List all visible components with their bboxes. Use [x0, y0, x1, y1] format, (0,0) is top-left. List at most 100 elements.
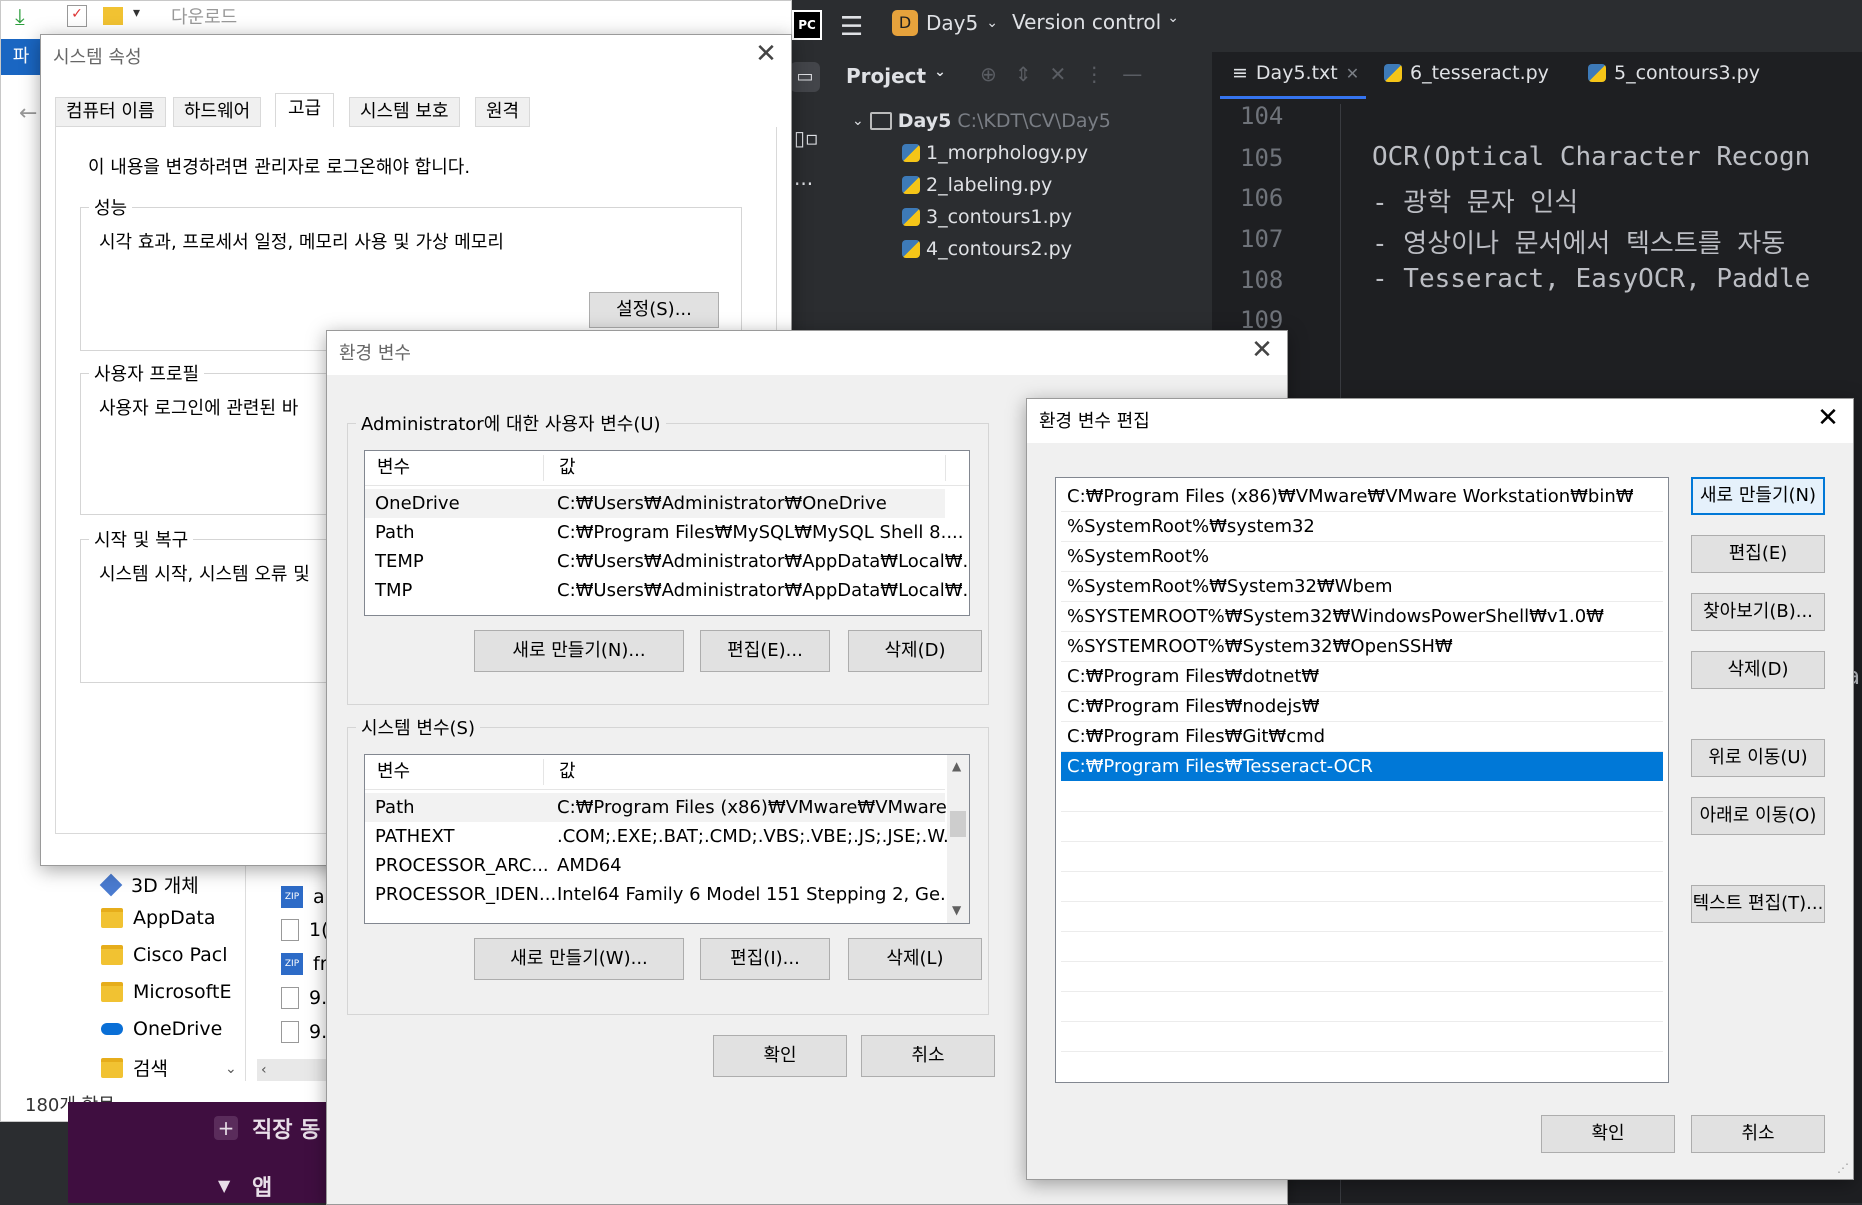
system-new-button[interactable]: 새로 만들기(W)... [474, 938, 684, 980]
download-icon[interactable]: ⤓ [15, 5, 25, 30]
back-arrow-icon[interactable]: ← [19, 101, 37, 126]
nav-scroll-down-icon[interactable]: ⌄ [225, 1061, 237, 1077]
table-row[interactable]: PROCESSOR_ARC... AMD64 [365, 851, 945, 880]
path-entry[interactable]: %SYSTEMROOT%₩System32₩WindowsPowerShell₩… [1061, 602, 1663, 632]
table-row[interactable]: TMP C:₩Users₩Administrator₩AppData₩Local₩… [365, 576, 969, 605]
tree-file[interactable]: 2_labeling.py [902, 174, 1052, 196]
nav-item[interactable]: 3D 개체 [99, 871, 199, 898]
tab-hardware[interactable]: 하드웨어 [173, 97, 262, 127]
user-new-button[interactable]: 새로 만들기(N)... [474, 630, 684, 672]
col-val-header[interactable]: 값 [559, 755, 576, 789]
nav-item[interactable]: 검색 [101, 1054, 168, 1081]
ide-toolbar: PC ☰ D Day5 ⌄ Version control ⌄ [780, 0, 1862, 52]
tree-file[interactable]: 4_contours2.py [902, 238, 1072, 260]
properties-icon[interactable]: ✓ [67, 5, 87, 27]
project-panel-header[interactable]: Project ⌄ [846, 64, 946, 88]
folder-icon[interactable]: ▭ [790, 62, 820, 92]
user-delete-button[interactable]: 삭제(D) [848, 630, 982, 672]
close-icon[interactable]: ✕ [1247, 335, 1277, 365]
delete-button[interactable]: 삭제(D) [1691, 651, 1825, 689]
tree-file[interactable]: 3_contours1.py [902, 206, 1072, 228]
path-entry[interactable]: C:₩Program Files (x86)₩VMware₩VMware Wor… [1061, 482, 1663, 512]
root-folder-name: Day5 [897, 110, 952, 132]
close-icon[interactable]: ✕ [1813, 403, 1843, 433]
tree-root[interactable]: ⌄ Day5 C:\KDT\CV\Day5 [852, 110, 1111, 132]
user-variables-list[interactable]: 변수 값 OneDrive C:₩Users₩Administrator₩OneD… [364, 450, 970, 616]
table-row[interactable]: OneDrive C:₩Users₩Administrator₩OneDrive [365, 489, 945, 518]
tree-file[interactable]: 1_morphology.py [902, 142, 1088, 164]
table-row[interactable]: PATHEXT .COM;.EXE;.BAT;.CMD;.VBS;.VBE;.JS… [365, 822, 960, 851]
tab-computer-name[interactable]: 컴퓨터 이름 [55, 97, 166, 127]
system-delete-button[interactable]: 삭제(L) [848, 938, 982, 980]
path-entry[interactable]: C:₩Program Files₩nodejs₩ [1061, 692, 1663, 722]
table-row[interactable]: Path C:₩Program Files₩MySQL₩MySQL Shell 8… [365, 518, 964, 547]
nav-label: Cisco Pacl [133, 944, 228, 966]
nav-item[interactable]: Cisco Pacl [101, 944, 228, 966]
project-selector[interactable]: D Day5 ⌄ [892, 10, 998, 36]
more-icon[interactable]: ··· [794, 172, 813, 196]
new-button[interactable]: 새로 만들기(N) [1691, 477, 1825, 515]
dropdown-icon[interactable]: ▾ [133, 5, 140, 21]
nav-item[interactable]: MicrosoftE [101, 981, 231, 1003]
editor-tab-active[interactable]: ≡ Day5.txt ✕ [1232, 62, 1359, 84]
system-edit-button[interactable]: 편집(I)... [700, 938, 830, 980]
col-val-header[interactable]: 값 [559, 451, 576, 485]
path-entries-list[interactable]: C:₩Program Files (x86)₩VMware₩VMware Wor… [1055, 477, 1669, 1083]
file-item[interactable]: 9. [281, 987, 327, 1009]
path-entry[interactable]: C:₩Program Files₩Git₩cmd [1061, 722, 1663, 752]
slack-item[interactable]: 앱 [252, 1170, 272, 1202]
var-name: PATHEXT [375, 826, 455, 847]
path-entry[interactable]: %SYSTEMROOT%₩System32₩OpenSSH₩ [1061, 632, 1663, 662]
nav-item[interactable]: AppData [101, 907, 216, 929]
edit-text-button[interactable]: 텍스트 편집(T)... [1691, 885, 1825, 923]
add-icon[interactable]: + [214, 1116, 238, 1140]
editor-tab[interactable]: 5_contours3.py [1588, 62, 1760, 84]
settings-button[interactable]: 설정(S)... [589, 292, 719, 328]
system-variables-list[interactable]: 변수 값 Path C:₩Program Files (x86)₩VMware₩V… [364, 754, 970, 924]
scroll-thumb[interactable] [950, 811, 966, 837]
horizontal-scrollbar[interactable]: ‹ [257, 1059, 331, 1081]
close-tab-icon[interactable]: ✕ [1346, 64, 1359, 83]
folder-icon[interactable] [103, 7, 123, 25]
ok-button[interactable]: 확인 [1541, 1115, 1675, 1153]
path-entry[interactable]: %SystemRoot%₩System32₩Wbem [1061, 572, 1663, 602]
col-var-header[interactable]: 변수 [377, 451, 410, 485]
move-down-button[interactable]: 아래로 이동(O) [1691, 797, 1825, 835]
path-entry[interactable]: %SystemRoot%₩system32 [1061, 512, 1663, 542]
user-edit-button[interactable]: 편집(E)... [700, 630, 830, 672]
ok-button[interactable]: 확인 [713, 1035, 847, 1077]
slack-item[interactable]: 직장 동 [252, 1112, 320, 1144]
path-entry[interactable]: %SystemRoot% [1061, 542, 1663, 572]
var-value: C:₩Users₩Administrator₩OneDrive [557, 493, 887, 514]
table-row[interactable]: TEMP C:₩Users₩Administrator₩AppData₩Local… [365, 547, 969, 576]
resize-grip-icon[interactable]: ⋰ [1837, 1161, 1849, 1175]
file-item[interactable]: 1( [281, 919, 329, 941]
vertical-scrollbar[interactable]: ▲ ▼ [947, 755, 969, 923]
caret-down-icon[interactable]: ▼ [218, 1176, 230, 1195]
ribbon-file-tab[interactable]: 파 [1, 39, 41, 75]
move-up-button[interactable]: 위로 이동(U) [1691, 739, 1825, 777]
scroll-up-icon[interactable]: ▲ [952, 759, 961, 773]
close-icon[interactable]: ✕ [751, 39, 781, 69]
table-row[interactable]: Path C:₩Program Files (x86)₩VMware₩VMware… [365, 793, 964, 822]
edit-button[interactable]: 편집(E) [1691, 535, 1825, 573]
file-item[interactable]: ZIP ar [281, 886, 332, 908]
scroll-down-icon[interactable]: ▼ [952, 903, 961, 917]
nav-item[interactable]: OneDrive [101, 1018, 222, 1040]
tab-advanced[interactable]: 고급 [275, 93, 335, 128]
version-control-menu[interactable]: Version control ⌄ [1012, 10, 1179, 34]
path-entry[interactable]: C:₩Program Files₩dotnet₩ [1061, 662, 1663, 692]
hamburger-menu-icon[interactable]: ☰ [840, 12, 863, 42]
cancel-button[interactable]: 취소 [1691, 1115, 1825, 1153]
col-var-header[interactable]: 변수 [377, 755, 410, 789]
tab-system-protection[interactable]: 시스템 보호 [349, 97, 460, 127]
tab-remote[interactable]: 원격 [475, 97, 531, 127]
file-item[interactable]: ZIP fr [281, 953, 328, 975]
structure-icon[interactable]: ▯▫ [794, 126, 819, 150]
cancel-button[interactable]: 취소 [861, 1035, 995, 1077]
browse-button[interactable]: 찾아보기(B)... [1691, 593, 1825, 631]
path-entry-selected[interactable]: C:₩Program Files₩Tesseract-OCR [1061, 752, 1663, 781]
file-item[interactable]: 9. [281, 1021, 327, 1043]
editor-tab[interactable]: 6_tesseract.py [1384, 62, 1549, 84]
table-row[interactable]: PROCESSOR_IDEN... Intel64 Family 6 Model … [365, 880, 957, 909]
